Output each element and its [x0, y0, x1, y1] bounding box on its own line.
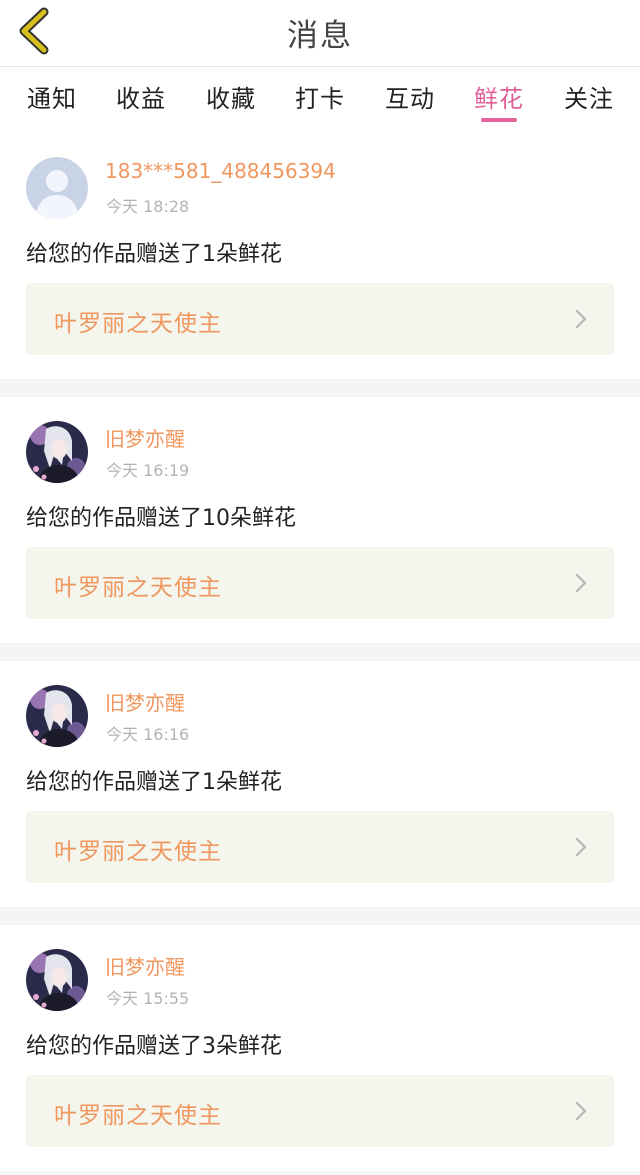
tab-checkin[interactable]: 打卡 — [287, 79, 353, 114]
message-time: 今天 15:55 — [106, 989, 190, 1008]
message-text: 给您的作品赠送了10朵鲜花 — [26, 506, 296, 531]
active-tab-indicator — [481, 118, 517, 122]
tab-interactions[interactable]: 互动 — [377, 79, 443, 114]
message-text: 给您的作品赠送了1朵鲜花 — [26, 770, 282, 795]
anime-avatar-icon — [26, 949, 88, 1011]
message-card: 旧梦亦醒 今天 15:55 给您的作品赠送了3朵鲜花 叶罗丽之天使主 — [0, 925, 640, 1171]
message-time: 今天 16:16 — [106, 725, 190, 744]
avatar[interactable] — [26, 685, 88, 747]
work-link[interactable]: 叶罗丽之天使主 — [26, 283, 614, 355]
work-link[interactable]: 叶罗丽之天使主 — [26, 547, 614, 619]
sender-name[interactable]: 旧梦亦醒 — [105, 423, 185, 452]
default-avatar-icon — [26, 157, 88, 219]
avatar[interactable] — [26, 949, 88, 1011]
work-title: 叶罗丽之天使主 — [54, 311, 222, 337]
work-title: 叶罗丽之天使主 — [54, 839, 222, 865]
chevron-right-icon — [575, 309, 587, 329]
work-link[interactable]: 叶罗丽之天使主 — [26, 811, 614, 883]
message-text: 给您的作品赠送了3朵鲜花 — [26, 1034, 282, 1059]
avatar[interactable] — [26, 421, 88, 483]
message-card: 旧梦亦醒 今天 16:19 给您的作品赠送了10朵鲜花 叶罗丽之天使主 — [0, 397, 640, 643]
anime-avatar-icon — [26, 685, 88, 747]
chevron-left-icon — [19, 7, 49, 55]
header-bar: 消息 — [0, 0, 640, 66]
messages-page: 消息 通知 收益 收藏 打卡 互动 鲜花 关注 183***581_488456… — [0, 0, 640, 1175]
message-time: 今天 18:28 — [106, 197, 190, 216]
work-title: 叶罗丽之天使主 — [54, 1103, 222, 1129]
sender-name[interactable]: 183***581_488456394 — [105, 159, 336, 183]
tab-flowers[interactable]: 鲜花 — [466, 79, 532, 114]
chevron-right-icon — [575, 1101, 587, 1121]
work-link[interactable]: 叶罗丽之天使主 — [26, 1075, 614, 1147]
sender-name[interactable]: 旧梦亦醒 — [105, 687, 185, 716]
chevron-right-icon — [575, 573, 587, 593]
page-title: 消息 — [287, 18, 353, 54]
message-card: 183***581_488456394 今天 18:28 给您的作品赠送了1朵鲜… — [0, 133, 640, 379]
message-card: 旧梦亦醒 今天 16:16 给您的作品赠送了1朵鲜花 叶罗丽之天使主 — [0, 661, 640, 907]
message-time: 今天 16:19 — [106, 461, 190, 480]
tab-follows[interactable]: 关注 — [556, 79, 622, 114]
avatar[interactable] — [26, 157, 88, 219]
chevron-right-icon — [575, 837, 587, 857]
sender-name[interactable]: 旧梦亦醒 — [105, 951, 185, 980]
anime-avatar-icon — [26, 421, 88, 483]
back-button[interactable] — [14, 6, 58, 56]
tab-notifications[interactable]: 通知 — [19, 79, 85, 114]
work-title: 叶罗丽之天使主 — [54, 575, 222, 601]
tab-earnings[interactable]: 收益 — [108, 79, 174, 114]
tab-favorites[interactable]: 收藏 — [198, 79, 264, 114]
tab-bar: 通知 收益 收藏 打卡 互动 鲜花 关注 — [0, 66, 640, 134]
message-text: 给您的作品赠送了1朵鲜花 — [26, 242, 282, 267]
